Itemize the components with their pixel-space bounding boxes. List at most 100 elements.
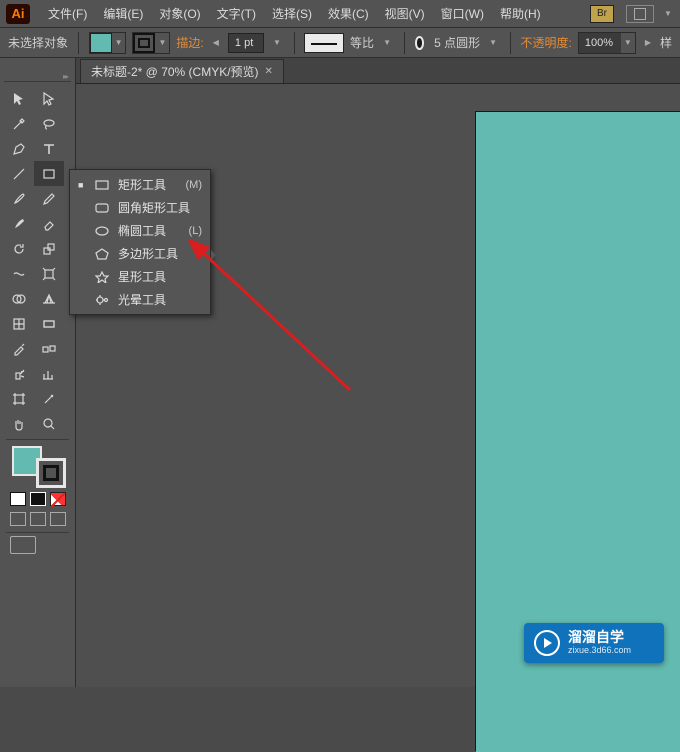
opacity-label: 不透明度: [521,34,572,51]
flyout-ellipse-tool[interactable]: 椭圆工具 (L) [70,219,210,242]
polygon-icon [94,247,110,261]
flyout-label: 矩形工具 [118,176,178,193]
menu-window[interactable]: 窗口(W) [433,1,492,26]
watermark-badge: 溜溜自学 zixue.3d66.com [524,623,664,663]
rectangle-tool[interactable] [34,161,64,186]
arrange-documents-button[interactable] [626,5,654,23]
flyout-shortcut: (L) [189,225,202,237]
magic-wand-tool[interactable] [4,111,34,136]
star-icon [94,270,110,284]
lasso-tool[interactable] [34,111,64,136]
shape-builder-tool[interactable] [4,286,34,311]
shape-tool-flyout: ■ 矩形工具 (M) 圆角矩形工具 椭圆工具 (L) 多边形工具 星形工具 光晕… [69,169,211,315]
perspective-grid-tool[interactable] [34,286,64,311]
panel-collapse-icon[interactable]: ▸▸ [63,72,67,81]
flyout-polygon-tool[interactable]: 多边形工具 [70,242,210,265]
stroke-weight-input[interactable]: 1 pt [228,33,264,53]
mesh-tool[interactable] [4,311,34,336]
menu-effect[interactable]: 效果(C) [320,1,377,26]
close-tab-icon[interactable]: ✕ [265,66,273,77]
flyout-label: 星形工具 [118,268,194,285]
color-mode-none[interactable] [50,492,66,506]
scale-tool[interactable] [34,236,64,261]
toolbox: ▸▸ [4,72,71,554]
bridge-button[interactable]: Br [590,5,614,23]
flyout-label: 圆角矩形工具 [118,199,194,216]
uniform-label: 等比 [350,34,374,51]
eyedropper-tool[interactable] [4,336,34,361]
flyout-label: 多边形工具 [118,245,194,262]
draw-inside[interactable] [50,512,66,526]
document-tab-title: 未标题-2* @ 70% (CMYK/预览) [91,63,259,80]
menu-select[interactable]: 选择(S) [264,1,320,26]
menu-edit[interactable]: 编辑(E) [95,1,151,26]
width-tool[interactable] [4,261,34,286]
hand-tool[interactable] [4,411,34,436]
brush-dropdown-icon[interactable]: ▼ [486,38,500,47]
gradient-tool[interactable] [34,311,64,336]
pencil-tool[interactable] [34,186,64,211]
document-area: 未标题-2* @ 70% (CMYK/预览) ✕ [76,58,680,687]
arrange-documents-dropdown-icon[interactable]: ▼ [660,9,674,18]
play-icon [534,630,560,656]
rectangle-icon [94,178,110,192]
style-label: 样 [660,34,672,51]
line-segment-tool[interactable] [4,161,34,186]
menu-view[interactable]: 视图(V) [377,1,433,26]
symbol-sprayer-tool[interactable] [4,361,34,386]
opacity-dropdown-icon[interactable]: ▼ [621,38,635,47]
fill-stroke-control[interactable] [10,446,66,488]
color-mode-solid[interactable] [10,492,26,506]
artboard-tool[interactable] [4,386,34,411]
document-tab[interactable]: 未标题-2* @ 70% (CMYK/预览) ✕ [80,59,284,83]
control-bar: 未选择对象 ▼ ▼ 描边: ◀ 1 pt ▼ 等比 ▼ 5 点圆形 ▼ 不透明度… [0,28,680,58]
ellipse-icon [94,224,110,238]
stroke-decrement-icon[interactable]: ◀ [210,38,222,47]
stroke-profile[interactable] [304,33,344,53]
opacity-increment-icon[interactable]: ▶ [642,38,654,47]
flyout-star-tool[interactable]: 星形工具 [70,265,210,288]
menu-object[interactable]: 对象(O) [151,1,208,26]
color-mode-row [4,492,71,506]
opacity-input[interactable]: 100% [579,33,621,53]
paintbrush-tool[interactable] [4,186,34,211]
flyout-rectangle-tool[interactable]: ■ 矩形工具 (M) [70,173,210,196]
selected-mark-icon: ■ [78,180,86,190]
selection-tool[interactable] [4,86,34,111]
zoom-tool[interactable] [34,411,64,436]
watermark-subtitle: zixue.3d66.com [568,646,631,656]
column-graph-tool[interactable] [34,361,64,386]
pen-tool[interactable] [4,136,34,161]
stroke-color[interactable] [36,458,66,488]
slice-tool[interactable] [34,386,64,411]
rounded-rectangle-icon [94,201,110,215]
eraser-tool[interactable] [34,211,64,236]
rotate-tool[interactable] [4,236,34,261]
blob-brush-tool[interactable] [4,211,34,236]
draw-mode-row [4,512,71,526]
flyout-label: 光晕工具 [118,291,194,308]
menu-type[interactable]: 文字(T) [209,1,264,26]
fill-swatch[interactable]: ▼ [89,32,127,54]
menu-bar: Ai 文件(F) 编辑(E) 对象(O) 文字(T) 选择(S) 效果(C) 视… [0,0,680,28]
document-tab-strip: 未标题-2* @ 70% (CMYK/预览) ✕ [76,58,680,84]
stroke-swatch[interactable]: ▼ [132,32,170,54]
stroke-dropdown-icon[interactable]: ▼ [270,38,284,47]
draw-normal[interactable] [10,512,26,526]
type-tool[interactable] [34,136,64,161]
color-mode-gradient[interactable] [30,492,46,506]
flyout-flare-tool[interactable]: 光晕工具 [70,288,210,311]
free-transform-tool[interactable] [34,261,64,286]
menu-file[interactable]: 文件(F) [40,1,95,26]
uniform-dropdown-icon[interactable]: ▼ [380,38,394,47]
brush-label: 5 点圆形 [434,34,480,51]
menu-help[interactable]: 帮助(H) [492,1,549,26]
flyout-shortcut: (M) [186,179,203,191]
flyout-tearoff-arrow-icon[interactable] [211,250,216,260]
draw-behind[interactable] [30,512,46,526]
flyout-rounded-rectangle-tool[interactable]: 圆角矩形工具 [70,196,210,219]
screen-mode-button[interactable] [10,536,36,554]
direct-selection-tool[interactable] [34,86,64,111]
blend-tool[interactable] [34,336,64,361]
left-dock: ▸▸ [0,58,76,687]
